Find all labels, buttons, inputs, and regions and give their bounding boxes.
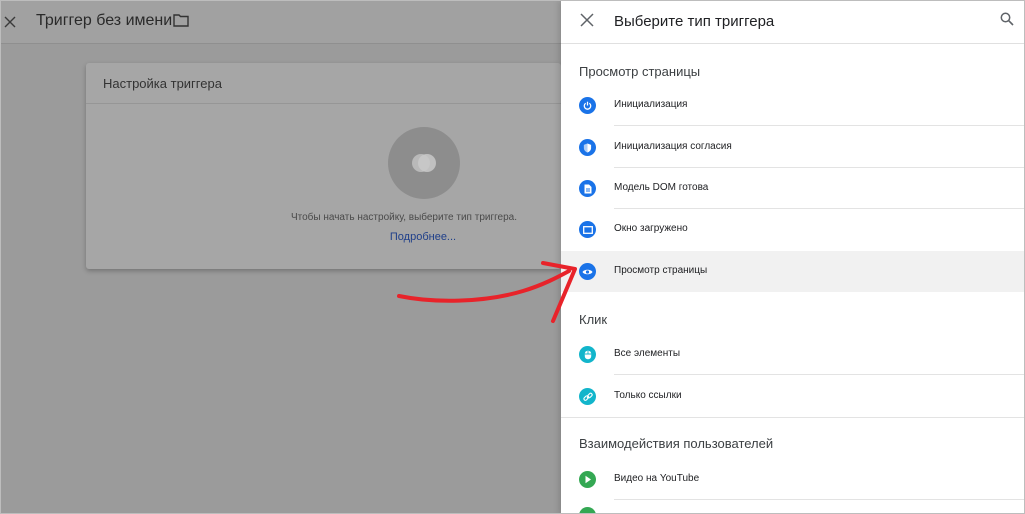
section-title-click: Клик	[579, 312, 608, 327]
folder-icon[interactable]	[173, 13, 191, 29]
app-window: Триггер без имени Настройка триггера Что…	[0, 0, 1025, 514]
trigger-item-all-elements[interactable]: Все элементы	[561, 334, 1024, 375]
document-icon	[579, 180, 596, 197]
trigger-item-youtube-video[interactable]: Видео на YouTube	[561, 459, 1024, 500]
card-header: Настройка триггера	[86, 63, 561, 104]
trigger-item-page-view[interactable]: Просмотр страницы	[561, 251, 1024, 292]
trigger-type-panel: Выберите тип триггера Просмотр страницы …	[561, 1, 1024, 513]
trigger-placeholder-icon	[388, 127, 460, 199]
divider	[614, 499, 1024, 500]
play-icon	[579, 471, 596, 488]
mouse-icon	[579, 346, 596, 363]
divider	[614, 374, 1024, 375]
section-title-user-engagement: Взаимодействия пользователей	[579, 436, 774, 451]
close-icon[interactable]	[580, 13, 596, 29]
trigger-item-window-loaded[interactable]: Окно загружено	[561, 209, 1024, 250]
trigger-item-label: Инициализация	[614, 99, 688, 110]
trigger-item-consent-initialization[interactable]: Инициализация согласия	[561, 127, 1024, 168]
trigger-item-label: Модель DOM готова	[614, 182, 709, 193]
divider	[614, 125, 1024, 126]
trigger-item-links-only[interactable]: Только ссылки	[561, 376, 1024, 417]
link-icon	[579, 388, 596, 405]
window-icon	[579, 221, 596, 238]
trigger-item-initialization[interactable]: Инициализация	[561, 85, 1024, 126]
trigger-item-label: Инициализация согласия	[614, 141, 732, 152]
panel-title: Выберите тип триггера	[614, 13, 775, 30]
panel-header: Выберите тип триггера	[561, 1, 1024, 44]
next-item-icon	[579, 507, 596, 513]
trigger-item-label: Все элементы	[614, 348, 681, 359]
annotation-arrow	[397, 261, 577, 323]
trigger-item-label: Видео на YouTube	[614, 473, 700, 484]
power-icon	[579, 97, 596, 114]
trigger-config-card[interactable]: Настройка триггера Чтобы начать настройк…	[86, 63, 561, 269]
section-divider	[561, 417, 1024, 418]
trigger-editor-backdrop: Триггер без имени Настройка триггера Что…	[1, 1, 561, 513]
trigger-item-label: Окно загружено	[614, 223, 688, 234]
section-title-page-view: Просмотр страницы	[579, 64, 701, 79]
trigger-item-dom-ready[interactable]: Модель DOM готова	[561, 168, 1024, 209]
trigger-item-label: Только ссылки	[614, 390, 682, 401]
trigger-item-label: Просмотр страницы	[614, 265, 708, 276]
search-icon[interactable]	[1000, 12, 1016, 28]
editor-topbar: Триггер без имени	[1, 1, 561, 44]
editor-close-icon[interactable]	[1, 11, 19, 33]
shield-icon	[579, 139, 596, 156]
editor-title[interactable]: Триггер без имени	[36, 12, 172, 30]
